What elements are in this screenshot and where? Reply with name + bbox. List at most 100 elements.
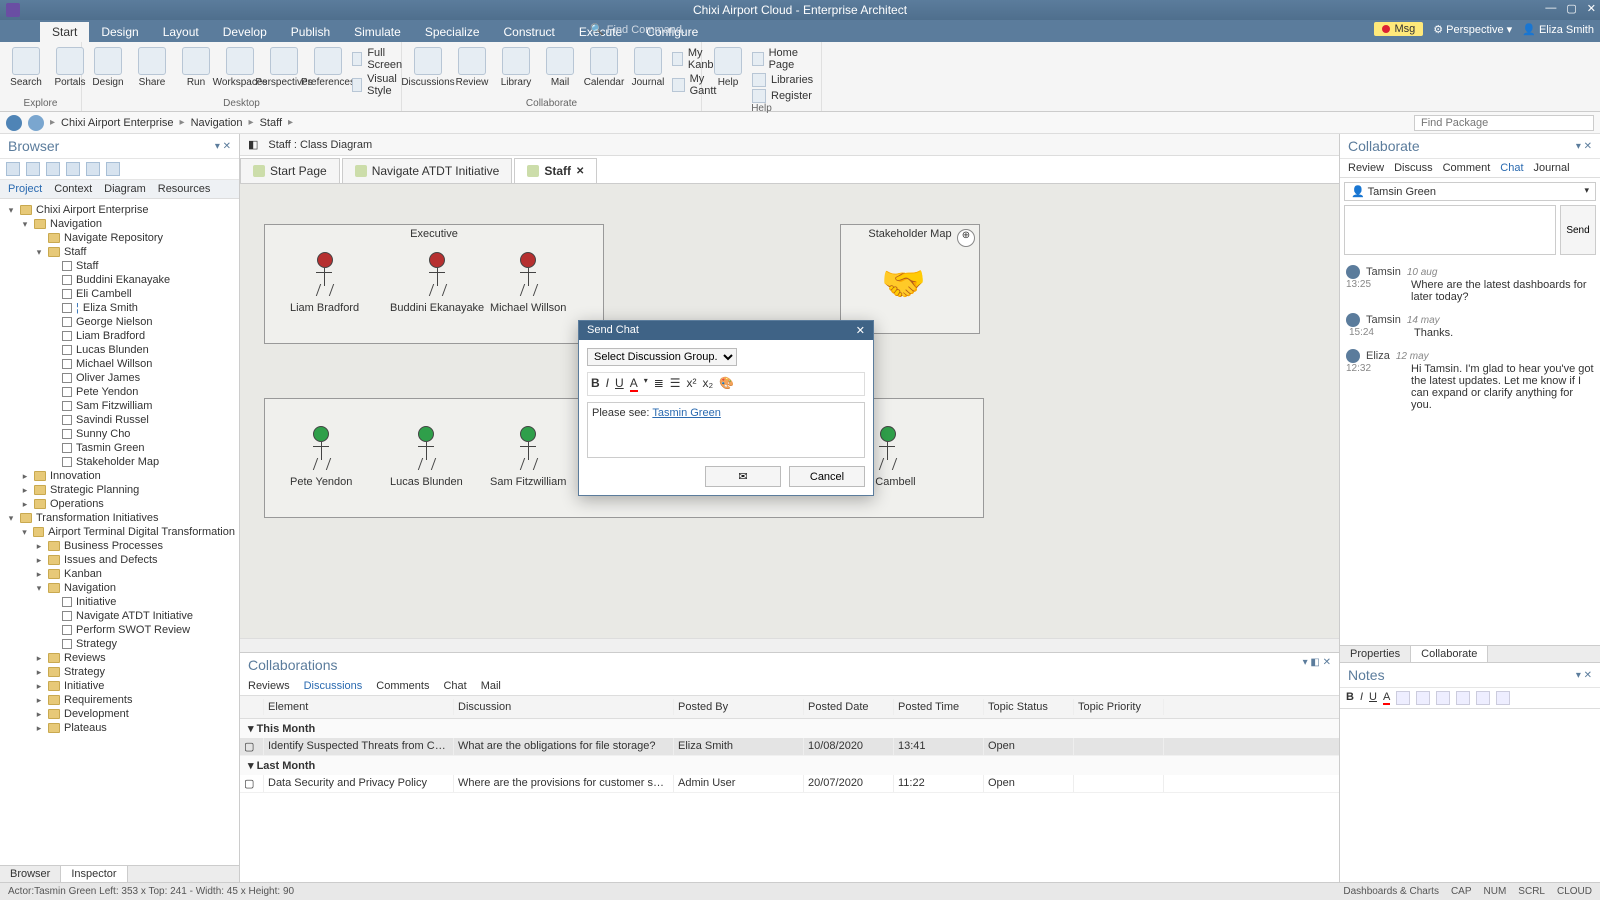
nav-back-button[interactable]: [6, 115, 22, 131]
font-color-icon[interactable]: A: [1383, 691, 1390, 705]
browser-view-resources[interactable]: Resources: [158, 183, 211, 195]
italic-icon[interactable]: I: [1360, 691, 1363, 705]
tree-node[interactable]: ▾Navigation: [0, 217, 239, 231]
find-command-input[interactable]: 🔍 Find Command...: [590, 23, 691, 36]
column-header[interactable]: Discussion: [454, 699, 674, 715]
tree-node[interactable]: Stakeholder Map: [0, 455, 239, 469]
chat-compose-input[interactable]: [1344, 205, 1556, 255]
tree-node[interactable]: Tasmin Green: [0, 441, 239, 455]
tree-node[interactable]: George Nielson: [0, 315, 239, 329]
tree-node[interactable]: Oliver James: [0, 371, 239, 385]
close-button[interactable]: ✕: [1587, 2, 1596, 15]
down-icon[interactable]: [46, 162, 60, 176]
underline-icon[interactable]: U: [615, 376, 624, 392]
actor-pete-yendon[interactable]: Pete Yendon: [290, 426, 352, 488]
hyperlink-tasmin[interactable]: Tasmin Green: [652, 407, 720, 419]
bullets-icon[interactable]: [1396, 691, 1410, 705]
calendar-button[interactable]: Calendar: [584, 45, 624, 90]
tree-node[interactable]: ▸Strategy: [0, 665, 239, 679]
tree-node[interactable]: ¦Eliza Smith: [0, 301, 239, 315]
tree-node[interactable]: Strategy: [0, 637, 239, 651]
chat-target-selector[interactable]: 👤 Tamsin Green▾: [1344, 182, 1596, 201]
tree-node[interactable]: Navigate Repository: [0, 231, 239, 245]
column-header[interactable]: Posted Date: [804, 699, 894, 715]
column-header[interactable]: Posted Time: [894, 699, 984, 715]
maximize-button[interactable]: ▢: [1566, 2, 1576, 15]
italic-icon[interactable]: I: [606, 376, 609, 392]
tree-node[interactable]: ▸Reviews: [0, 651, 239, 665]
column-header[interactable]: Posted By: [674, 699, 804, 715]
column-header[interactable]: Topic Status: [984, 699, 1074, 715]
chat-body-editor[interactable]: Please see: Tasmin Green: [587, 402, 865, 458]
tree-node[interactable]: Eli Cambell: [0, 287, 239, 301]
library-button[interactable]: Library: [496, 45, 536, 90]
column-header[interactable]: [240, 699, 264, 715]
tree-node[interactable]: Lucas Blunden: [0, 343, 239, 357]
current-user[interactable]: 👤 Eliza Smith: [1522, 23, 1594, 36]
table-group-header[interactable]: ▾ Last Month: [240, 756, 1339, 775]
filter-icon[interactable]: [86, 162, 100, 176]
actor-michael-willson[interactable]: Michael Willson: [490, 252, 566, 314]
ribbon-tab-specialize[interactable]: Specialize: [413, 22, 492, 42]
collaborations-panel-controls[interactable]: ▾ ◧ ✕: [1303, 657, 1331, 673]
ribbon-tab-start[interactable]: Start: [40, 22, 89, 42]
tree-node[interactable]: ▸Operations: [0, 497, 239, 511]
superscript-icon[interactable]: [1436, 691, 1450, 705]
horizontal-scrollbar[interactable]: [240, 638, 1339, 652]
doc-tab-start-page[interactable]: Start Page: [240, 158, 340, 183]
review-button[interactable]: Review: [452, 45, 492, 90]
ribbon-tab-develop[interactable]: Develop: [211, 22, 279, 42]
collab-tab-comments[interactable]: Comments: [376, 680, 429, 692]
dialog-close-icon[interactable]: ✕: [856, 324, 865, 337]
new-icon[interactable]: [6, 162, 20, 176]
breadcrumb-item[interactable]: Navigation: [191, 117, 243, 129]
browser-tree[interactable]: ▾Chixi Airport Enterprise▾NavigationNavi…: [0, 199, 239, 865]
workspaces-button[interactable]: Workspaces: [220, 45, 260, 90]
collab-right-tab-chat[interactable]: Chat: [1500, 162, 1523, 174]
tree-node[interactable]: ▸Initiative: [0, 679, 239, 693]
column-header[interactable]: Topic Priority: [1074, 699, 1164, 715]
tree-node[interactable]: ▸Kanban: [0, 567, 239, 581]
subscript-icon[interactable]: [1456, 691, 1470, 705]
bold-icon[interactable]: B: [1346, 691, 1354, 705]
breadcrumb-item[interactable]: Staff: [260, 117, 282, 129]
search-button[interactable]: Search: [6, 45, 46, 90]
hyperlink-icon[interactable]: [1496, 691, 1510, 705]
visual-style-button[interactable]: Visual Style: [352, 73, 406, 97]
collab-tab-chat[interactable]: Chat: [443, 680, 466, 692]
discussion-group-select[interactable]: Select Discussion Group...: [587, 348, 737, 366]
breadcrumb-item[interactable]: Chixi Airport Enterprise: [61, 117, 174, 129]
stakeholder-map-element[interactable]: Stakeholder Map 🤝 ⊕: [840, 224, 980, 334]
right-bottom-tab-properties[interactable]: Properties: [1340, 646, 1411, 662]
collab-right-tab-journal[interactable]: Journal: [1534, 162, 1570, 174]
superscript-icon[interactable]: x²: [687, 376, 697, 392]
actor-liam-bradford[interactable]: Liam Bradford: [290, 252, 359, 314]
find-package-input[interactable]: [1414, 115, 1594, 131]
tree-node[interactable]: ▸Plateaus: [0, 721, 239, 735]
table-row[interactable]: ▢Data Security and Privacy PolicyWhere a…: [240, 775, 1339, 793]
ribbon-tab-simulate[interactable]: Simulate: [342, 22, 413, 42]
table-group-header[interactable]: ▾ This Month: [240, 719, 1339, 738]
collab-right-tab-discuss[interactable]: Discuss: [1394, 162, 1433, 174]
perspectives-button[interactable]: Perspectives: [264, 45, 304, 90]
tree-node[interactable]: ▸Innovation: [0, 469, 239, 483]
collab-tab-mail[interactable]: Mail: [481, 680, 501, 692]
share-button[interactable]: Share: [132, 45, 172, 90]
full-screen-button[interactable]: Full Screen: [352, 47, 406, 71]
tree-node[interactable]: Sam Fitzwilliam: [0, 399, 239, 413]
collaborate-panel-controls[interactable]: ▾ ✕: [1576, 141, 1592, 152]
actor-buddini-ekanayake[interactable]: Buddini Ekanayake: [390, 252, 484, 314]
notes-editor[interactable]: [1340, 709, 1600, 882]
perspective-menu[interactable]: ⚙ Perspective ▾: [1433, 23, 1512, 36]
ribbon-tab-publish[interactable]: Publish: [279, 22, 342, 42]
bold-icon[interactable]: B: [591, 376, 600, 392]
numbering-icon[interactable]: ☰: [670, 376, 681, 392]
tree-node[interactable]: ▸Strategic Planning: [0, 483, 239, 497]
cancel-button[interactable]: Cancel: [789, 466, 865, 487]
tree-node[interactable]: Staff: [0, 259, 239, 273]
browser-view-context[interactable]: Context: [54, 183, 92, 195]
tree-node[interactable]: Initiative: [0, 595, 239, 609]
tree-node[interactable]: Navigate ATDT Initiative: [0, 609, 239, 623]
doc-tab-staff[interactable]: Staff ✕: [514, 158, 597, 183]
refresh-icon[interactable]: [66, 162, 80, 176]
